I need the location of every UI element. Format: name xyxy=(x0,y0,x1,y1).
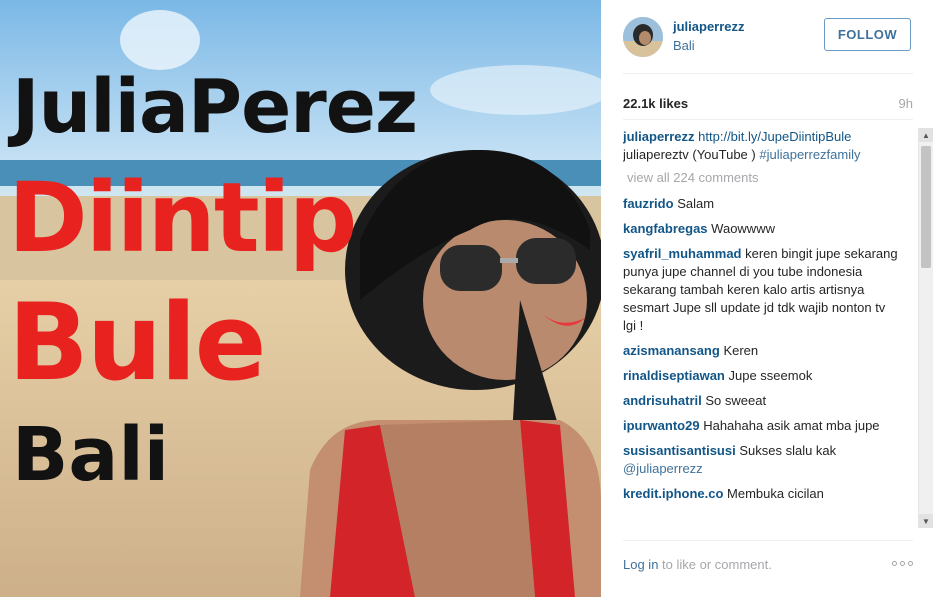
avatar-image xyxy=(623,17,663,57)
scrollbar-thumb[interactable] xyxy=(921,146,931,268)
login-link[interactable]: Log in xyxy=(623,557,658,572)
comment-item: andrisuhatril So sweeat xyxy=(623,392,898,410)
login-prompt: Log in to like or comment. xyxy=(623,557,772,572)
caption-username[interactable]: juliaperrezz xyxy=(623,129,695,144)
comment-username[interactable]: kredit.iphone.co xyxy=(623,486,723,501)
caption-text: juliapereztv (YouTube ) xyxy=(623,147,756,162)
comment-text: Jupe sseemok xyxy=(728,368,813,383)
comment-item: azismanansang Keren xyxy=(623,342,898,360)
avatar[interactable] xyxy=(623,17,663,57)
scroll-down-arrow-icon[interactable]: ▼ xyxy=(919,514,933,528)
comment-item: rinaldiseptiawan Jupe sseemok xyxy=(623,367,898,385)
view-all-comments-link[interactable]: view all 224 comments xyxy=(627,169,919,187)
comment-username[interactable]: syafril_muhammad xyxy=(623,246,742,261)
post-details-panel: juliaperrezz Bali FOLLOW 22.1k likes 9h … xyxy=(601,0,934,597)
comment-text: Membuka cicilan xyxy=(727,486,824,501)
comment-username[interactable]: andrisuhatril xyxy=(623,393,702,408)
comments-scrollbar[interactable]: ▲ ▼ xyxy=(918,128,933,528)
comment-text: Keren xyxy=(723,343,759,358)
overlay-title-bule: Bule xyxy=(8,281,266,404)
post-header: juliaperrezz Bali FOLLOW xyxy=(623,14,913,74)
comment-mention[interactable]: @juliaperrezz xyxy=(623,461,703,476)
caption-link[interactable]: http://bit.ly/JupeDiintipBule xyxy=(698,129,851,144)
scroll-up-arrow-icon[interactable]: ▲ xyxy=(919,128,933,142)
post-username[interactable]: juliaperrezz xyxy=(673,19,745,34)
comment-username[interactable]: ipurwanto29 xyxy=(623,418,700,433)
comment-text: Sukses slalu kak xyxy=(739,443,837,458)
comment-username[interactable]: azismanansang xyxy=(623,343,720,358)
post-timestamp[interactable]: 9h xyxy=(899,96,913,111)
comment-username[interactable]: fauzrido xyxy=(623,196,674,211)
more-options-icon[interactable] xyxy=(892,561,913,566)
comment-text: Salam xyxy=(677,196,715,211)
comment-item: susisantisantisusi Sukses slalu kak @jul… xyxy=(623,442,898,478)
post-photo[interactable]: JuliaPerez Diintip Bule Bali xyxy=(0,0,601,597)
comment-text: Waowwww xyxy=(711,221,775,236)
overlay-title-bali: Bali xyxy=(12,412,170,498)
likes-count[interactable]: 22.1k likes xyxy=(623,96,688,111)
comment-text: So sweeat xyxy=(705,393,767,408)
comment-text: Hahahaha asik amat mba jupe xyxy=(703,418,880,433)
comment-username[interactable]: kangfabregas xyxy=(623,221,708,236)
caption-hashtag[interactable]: #juliaperrezfamily xyxy=(759,147,860,162)
comment-username[interactable]: susisantisantisusi xyxy=(623,443,736,458)
comment-item: kredit.iphone.co Membuka cicilan xyxy=(623,485,898,503)
caption: juliaperrezz http://bit.ly/JupeDiintipBu… xyxy=(623,128,898,164)
overlay-title-diintip: Diintip xyxy=(8,162,357,274)
comment-item: syafril_muhammad keren bingit jupe sekar… xyxy=(623,245,898,335)
comment-item: fauzrido Salam xyxy=(623,195,898,213)
overlay-title-name: JuliaPerez xyxy=(12,64,418,150)
comment-item: kangfabregas Waowwww xyxy=(623,220,898,238)
post-footer: Log in to like or comment. xyxy=(623,540,913,580)
follow-button[interactable]: FOLLOW xyxy=(824,18,911,51)
comments-list[interactable]: juliaperrezz http://bit.ly/JupeDiintipBu… xyxy=(623,128,919,526)
post-location[interactable]: Bali xyxy=(673,38,695,53)
comment-username[interactable]: rinaldiseptiawan xyxy=(623,368,725,383)
comment-item: ipurwanto29 Hahahaha asik amat mba jupe xyxy=(623,417,898,435)
post-stats: 22.1k likes 9h xyxy=(623,90,913,120)
login-prompt-text: to like or comment. xyxy=(658,557,772,572)
